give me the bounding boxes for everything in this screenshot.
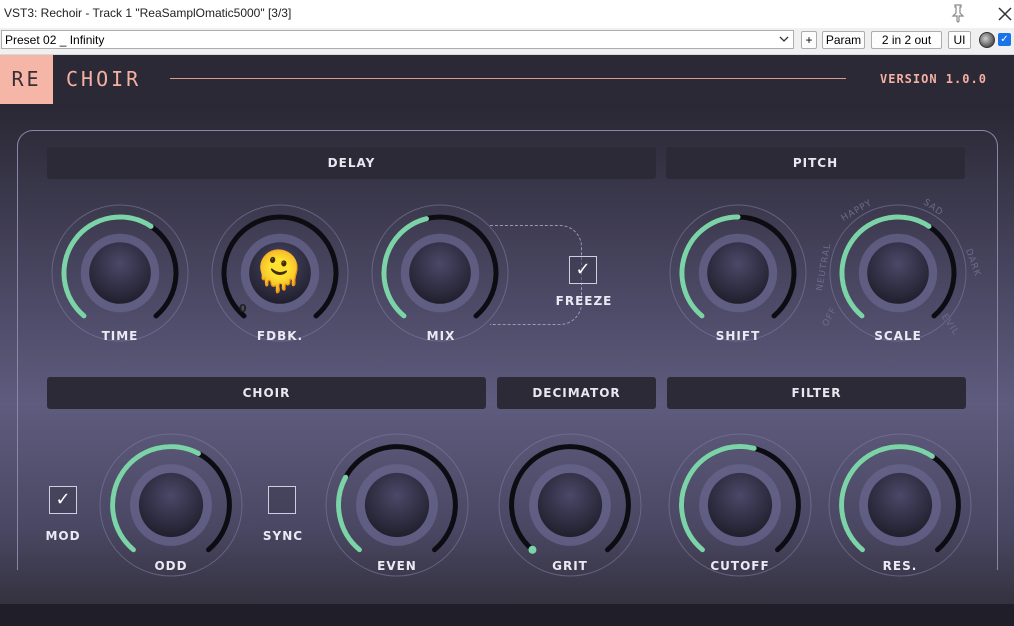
wet-knob-icon[interactable] <box>979 32 995 48</box>
resonance-label: RES. <box>882 559 918 573</box>
melting-face-emoji: 🫠 <box>254 249 304 295</box>
feedback-readout: 0 <box>239 302 247 315</box>
grit-label: GRIT <box>552 559 588 573</box>
plugin-toolbar: Preset 02 _ Infinity + Param 2 in 2 out … <box>0 28 1014 55</box>
shift-cap <box>707 242 769 304</box>
grit-value-dot <box>528 545 537 554</box>
scale-label: SCALE <box>874 329 922 343</box>
window-title: VST3: Rechoir - Track 1 "ReaSamplOmatic5… <box>4 6 292 20</box>
section-pitch: PITCH <box>666 147 965 179</box>
even-value-arc <box>336 474 362 553</box>
grit-cap <box>537 472 603 538</box>
logo-choir: CHOIR <box>66 67 142 91</box>
scale-cap <box>867 242 929 304</box>
freeze-checkbox[interactable]: ✓ <box>569 256 597 284</box>
cutoff-label: CUTOFF <box>710 559 770 573</box>
close-icon[interactable] <box>994 3 1014 25</box>
plugin-header: RE CHOIR VERSION 1.0.0 <box>0 55 1014 104</box>
time-knob[interactable] <box>50 203 190 343</box>
mix-knob[interactable] <box>370 203 510 343</box>
time-label: TIME <box>101 329 139 343</box>
sync-label: SYNC <box>262 529 304 543</box>
bypass-checkbox[interactable]: ✓ <box>998 33 1011 46</box>
res-cap <box>867 472 933 538</box>
odd-knob[interactable] <box>98 432 244 578</box>
odd-cap <box>138 472 204 538</box>
feedback-label: FDBK. <box>256 329 304 343</box>
even-knob[interactable] <box>324 432 470 578</box>
shift-label: SHIFT <box>715 329 761 343</box>
preset-select[interactable]: Preset 02 _ Infinity <box>1 30 794 49</box>
grit-knob[interactable] <box>497 432 643 578</box>
ui-button[interactable]: UI <box>948 31 971 49</box>
section-choir: CHOIR <box>47 377 486 409</box>
io-button[interactable]: 2 in 2 out <box>871 31 942 49</box>
cutoff-knob[interactable] <box>667 432 813 578</box>
header-divider <box>170 78 846 79</box>
mix-label: MIX <box>426 329 456 343</box>
preset-value: Preset 02 _ Infinity <box>5 33 105 47</box>
mix-cap <box>409 242 471 304</box>
section-decimator: DECIMATOR <box>497 377 656 409</box>
add-button[interactable]: + <box>801 31 817 49</box>
pin-icon[interactable] <box>948 3 968 23</box>
sync-checkbox[interactable] <box>268 486 296 514</box>
shift-knob[interactable] <box>668 203 808 343</box>
window-titlebar: VST3: Rechoir - Track 1 "ReaSamplOmatic5… <box>0 0 1014 28</box>
version-label: VERSION 1.0.0 <box>880 72 987 86</box>
param-button[interactable]: Param <box>822 31 865 49</box>
footer-bar <box>0 604 1014 626</box>
section-filter: FILTER <box>667 377 966 409</box>
time-cap <box>89 242 151 304</box>
odd-label: ODD <box>154 559 188 573</box>
section-delay: DELAY <box>47 147 656 179</box>
mod-checkbox[interactable]: ✓ <box>49 486 77 514</box>
freeze-label: FREEZE <box>555 294 613 308</box>
chevron-down-icon <box>779 36 789 42</box>
even-cap <box>364 472 430 538</box>
resonance-knob[interactable] <box>827 432 973 578</box>
even-label: EVEN <box>377 559 417 573</box>
cutoff-cap <box>707 472 773 538</box>
logo-re: RE <box>0 55 53 104</box>
